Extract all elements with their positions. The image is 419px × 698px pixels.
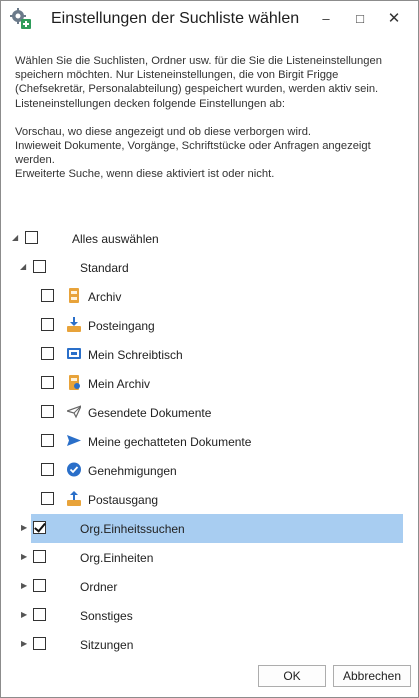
archive-icon bbox=[69, 288, 79, 303]
collapsed-arrow-icon[interactable]: ▶ bbox=[21, 553, 29, 561]
tree-row-mein-schreibtisch[interactable]: Mein Schreibtisch bbox=[1, 340, 418, 369]
tree-row-archiv[interactable]: Archiv bbox=[1, 282, 418, 311]
window-title: Einstellungen der Suchliste wählen bbox=[51, 10, 300, 27]
description-line-search: Erweiterte Suche, wenn diese aktiviert i… bbox=[15, 168, 275, 181]
gesendete-dokumente-checkbox[interactable] bbox=[41, 405, 54, 418]
tree-row-label: Sitzungen bbox=[80, 638, 134, 652]
tree-row-label: Postausgang bbox=[88, 493, 159, 507]
sent-icon bbox=[67, 405, 81, 419]
cancel-button[interactable]: Abbrechen bbox=[333, 665, 411, 687]
close-button[interactable]: ✕ bbox=[383, 9, 405, 29]
tree-row-label: Gesendete Dokumente bbox=[88, 406, 212, 420]
tree-row-meine-gechatteten-dokumente[interactable]: Meine gechatteten Dokumente bbox=[1, 427, 418, 456]
collapsed-arrow-icon[interactable]: ▶ bbox=[21, 524, 29, 532]
tree-row-label: Sonstiges bbox=[80, 609, 133, 623]
ordner-checkbox[interactable] bbox=[33, 579, 46, 592]
tree-row-label: Org.Einheiten bbox=[80, 551, 154, 565]
tree-row-ordner[interactable]: ▶ Ordner bbox=[1, 572, 418, 601]
settings-gear-icon bbox=[10, 8, 31, 29]
posteingang-checkbox[interactable] bbox=[41, 318, 54, 331]
tree-row-label: Standard bbox=[80, 261, 129, 275]
tree-row-label: Archiv bbox=[88, 290, 122, 304]
postausgang-checkbox[interactable] bbox=[41, 492, 54, 505]
archiv-checkbox[interactable] bbox=[41, 289, 54, 302]
description-line-preview: Vorschau, wo diese angezeigt und ob dies… bbox=[15, 125, 312, 138]
outbox-icon bbox=[67, 491, 81, 506]
tree-row-label: Mein Schreibtisch bbox=[88, 348, 183, 362]
tree-row-sitzungen[interactable]: ▶ Sitzungen bbox=[1, 630, 418, 659]
tree-row-genehmigungen[interactable]: Genehmigungen bbox=[1, 456, 418, 485]
collapsed-arrow-icon[interactable]: ▶ bbox=[21, 640, 29, 648]
select-all-checkbox[interactable] bbox=[25, 231, 38, 244]
tree-row-org-einheiten[interactable]: ▶ Org.Einheiten bbox=[1, 543, 418, 572]
sitzungen-checkbox[interactable] bbox=[33, 637, 46, 650]
inbox-icon bbox=[67, 317, 81, 332]
description-line-documents: Inwieweit Dokumente, Vorgänge, Schriftst… bbox=[15, 140, 371, 167]
standard-checkbox[interactable] bbox=[33, 260, 46, 273]
description-text: Wählen Sie die Suchlisten, Ordner usw. f… bbox=[15, 54, 407, 182]
tree-row-posteingang[interactable]: Posteingang bbox=[1, 311, 418, 340]
org-einheiten-checkbox[interactable] bbox=[33, 550, 46, 563]
meine-gechatteten-dokumente-checkbox[interactable] bbox=[41, 434, 54, 447]
tree-row-select-all[interactable]: ◢ Alles auswählen bbox=[1, 224, 418, 253]
tree-row-postausgang[interactable]: Postausgang bbox=[1, 485, 418, 514]
description-paragraph: Wählen Sie die Suchlisten, Ordner usw. f… bbox=[15, 55, 382, 110]
tree-row-sonstiges[interactable]: ▶ Sonstiges bbox=[1, 601, 418, 630]
chat-send-icon bbox=[67, 435, 81, 446]
ok-button[interactable]: OK bbox=[258, 665, 326, 687]
title-bar: Einstellungen der Suchliste wählen – □ ✕ bbox=[1, 1, 418, 39]
tree-row-label: Meine gechatteten Dokumente bbox=[88, 435, 252, 449]
expanded-arrow-icon[interactable]: ◢ bbox=[20, 263, 28, 271]
tree-row-org-einheitssuchen[interactable]: ▶ Org.Einheitssuchen bbox=[1, 514, 418, 543]
expanded-arrow-icon[interactable]: ◢ bbox=[12, 234, 20, 242]
tree-row-gesendete-dokumente[interactable]: Gesendete Dokumente bbox=[1, 398, 418, 427]
my-archive-icon bbox=[69, 375, 80, 390]
genehmigungen-checkbox[interactable] bbox=[41, 463, 54, 476]
approval-icon bbox=[67, 462, 81, 477]
tree-row-standard[interactable]: ◢ Standard bbox=[1, 253, 418, 282]
org-einheitssuchen-checkbox[interactable] bbox=[33, 521, 46, 534]
sonstiges-checkbox[interactable] bbox=[33, 608, 46, 621]
tree-row-label: Mein Archiv bbox=[88, 377, 151, 391]
dialog-window: Einstellungen der Suchliste wählen – □ ✕… bbox=[0, 0, 419, 698]
desk-icon bbox=[67, 348, 81, 359]
tree-row-label: Org.Einheitssuchen bbox=[80, 522, 185, 536]
maximize-button[interactable]: □ bbox=[349, 9, 371, 29]
search-list-tree: ◢ Alles auswählen ◢ Standard Archiv Post… bbox=[1, 224, 418, 659]
tree-row-label: Alles auswählen bbox=[72, 232, 159, 246]
mein-schreibtisch-checkbox[interactable] bbox=[41, 347, 54, 360]
mein-archiv-checkbox[interactable] bbox=[41, 376, 54, 389]
collapsed-arrow-icon[interactable]: ▶ bbox=[21, 582, 29, 590]
tree-row-label: Ordner bbox=[80, 580, 118, 594]
tree-row-label: Posteingang bbox=[88, 319, 155, 333]
tree-row-mein-archiv[interactable]: Mein Archiv bbox=[1, 369, 418, 398]
minimize-button[interactable]: – bbox=[315, 9, 337, 29]
collapsed-arrow-icon[interactable]: ▶ bbox=[21, 611, 29, 619]
tree-row-label: Genehmigungen bbox=[88, 464, 177, 478]
